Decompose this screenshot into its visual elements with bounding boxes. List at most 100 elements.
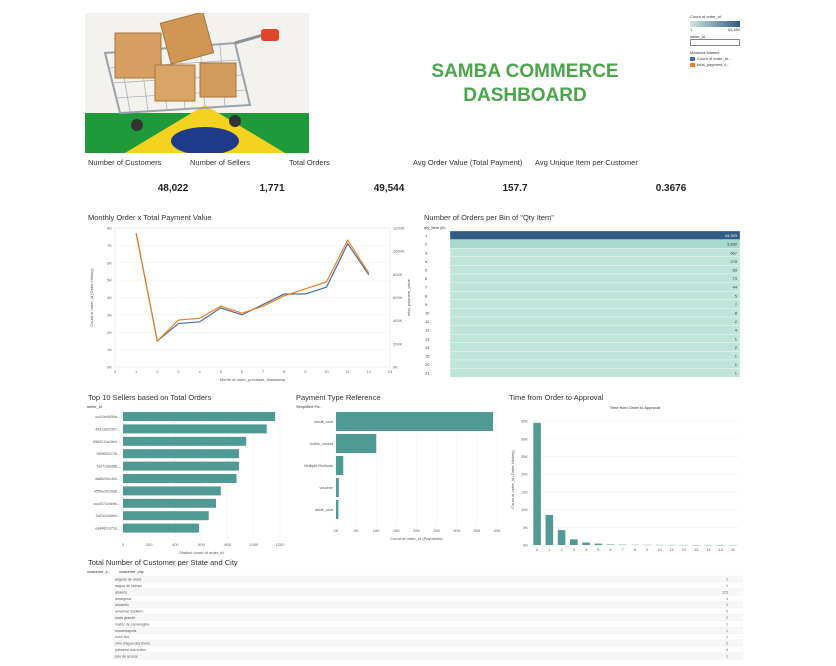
bar bbox=[557, 530, 566, 545]
city-cell: amarello bbox=[115, 603, 129, 607]
y-tick-label: 30K bbox=[521, 436, 528, 441]
count-cell: 1 bbox=[726, 578, 728, 582]
x-tick-label: 10 bbox=[324, 369, 329, 374]
bar bbox=[123, 436, 247, 446]
city-cell: novo lino bbox=[115, 635, 129, 639]
x-tick-label: 6 bbox=[609, 547, 612, 552]
kpi-value-customers: 48,022 bbox=[157, 183, 189, 194]
y-tick-label: 6K bbox=[107, 260, 112, 265]
x-tick-label: 13 bbox=[388, 369, 393, 374]
category-label: da8622b14eb... bbox=[95, 477, 120, 481]
x-tick-label: 3 bbox=[177, 369, 180, 374]
x-tick-label: 1 bbox=[135, 369, 138, 374]
x-tick-label: 6 bbox=[241, 369, 244, 374]
count-cell: 4 bbox=[726, 648, 728, 652]
bar bbox=[123, 412, 276, 421]
x-tick-label: 3 bbox=[573, 547, 576, 552]
x-tick-label: 10K bbox=[373, 528, 380, 533]
x-tick-label: 0 bbox=[536, 547, 539, 552]
bin-cell bbox=[449, 248, 741, 257]
kpi-label-sellers: Number of Sellers bbox=[190, 158, 251, 167]
x-tick-label: 600 bbox=[198, 542, 205, 547]
x-tick-label: 13 bbox=[694, 547, 699, 552]
bin-cell bbox=[449, 334, 741, 343]
x-tick-label: 8 bbox=[283, 369, 286, 374]
bin-label: 8 bbox=[425, 293, 428, 298]
category-label: voucher bbox=[319, 486, 333, 490]
bin-cell bbox=[449, 239, 741, 249]
bin-label: 13 bbox=[425, 336, 430, 341]
category-label: debit_card bbox=[315, 508, 333, 512]
y2-tick-label: 600K bbox=[393, 295, 403, 300]
category-label: cc419e0650a... bbox=[95, 415, 120, 419]
bin-cell bbox=[449, 316, 741, 326]
count-cell: 2 bbox=[726, 616, 728, 620]
swatch-count bbox=[690, 56, 695, 61]
bin-value: 44,393 bbox=[725, 233, 738, 238]
bar bbox=[123, 449, 239, 459]
y-tick-label: 5K bbox=[523, 525, 528, 530]
legend-item-count[interactable]: Count of order_id... bbox=[690, 56, 740, 61]
payment-type-bar-chart: Simplified Pa.. 0K 5K 10K 15K 20K 25K 30K 35K 40K… bbox=[296, 404, 501, 541]
count-cell: 1 bbox=[726, 635, 728, 639]
kpi-value-sellers: 1,771 bbox=[259, 183, 285, 194]
bin-label: 6 bbox=[425, 276, 428, 281]
x-tick-label: 35K bbox=[473, 528, 480, 533]
bin-label: 12 bbox=[425, 328, 430, 333]
table-row bbox=[112, 627, 743, 634]
bar bbox=[545, 514, 554, 545]
city-cell: palmeira dos indios bbox=[115, 648, 146, 652]
bin-value: 73 bbox=[733, 276, 738, 281]
x-tick-label: 7 bbox=[622, 547, 625, 552]
category-label: cca3071e3e9b... bbox=[93, 502, 120, 506]
table-row bbox=[112, 652, 743, 660]
bin-label: 1 bbox=[425, 233, 428, 238]
table-row bbox=[112, 620, 743, 628]
x-tick-label: 2 bbox=[156, 369, 159, 374]
bin-label: 4 bbox=[425, 259, 428, 264]
y-tick-label: 20K bbox=[521, 472, 528, 477]
x-tick-label: 14 bbox=[706, 547, 711, 552]
x-tick-label: 12 bbox=[367, 369, 372, 374]
seller-filter-input[interactable] bbox=[690, 39, 740, 46]
count-cell: 1 bbox=[726, 584, 728, 588]
bar bbox=[123, 486, 221, 496]
legend-item-payment[interactable]: total_payment_v... bbox=[690, 62, 740, 67]
category-label: 7c67e1448b0... bbox=[95, 514, 120, 518]
bin-cell bbox=[449, 230, 741, 240]
approval-time-bar-chart: Time from Order to Approval 0K 5K 10K 15K 20K… bbox=[510, 405, 739, 552]
table-row bbox=[112, 582, 743, 589]
table-row bbox=[112, 588, 743, 596]
bin-cell bbox=[449, 256, 741, 266]
legend-panel: Count of order_id 1 44,484 seller_id Mea… bbox=[690, 14, 740, 67]
bin-label: 3 bbox=[425, 250, 428, 255]
dashboard-title: SAMBA COMMERCE DASHBOARD bbox=[400, 60, 650, 108]
bar bbox=[123, 461, 239, 471]
kpi-value-avg-item: 0.3676 bbox=[655, 183, 687, 194]
bar bbox=[336, 412, 493, 431]
title-line-2: DASHBOARD bbox=[463, 85, 587, 106]
city-cell: mata grande bbox=[115, 616, 135, 620]
y-tick-label: 15K bbox=[521, 489, 528, 494]
x-tick-label: 12 bbox=[682, 547, 687, 552]
x-axis-label: Count of order_id (Payments) bbox=[390, 536, 443, 541]
shopping-cart-image bbox=[85, 13, 309, 153]
bin-cell bbox=[449, 282, 741, 292]
bar bbox=[594, 543, 603, 545]
city-cell: olho d'agua das flores bbox=[115, 642, 150, 646]
table-row bbox=[112, 601, 743, 609]
x-tick-label: 1 bbox=[548, 547, 551, 552]
city-cell: pao de acucar bbox=[115, 654, 139, 658]
y-tick-label: 10K bbox=[521, 507, 528, 512]
kpi-value-orders: 49,544 bbox=[373, 183, 405, 194]
table-row bbox=[112, 607, 743, 615]
category-label: 7a67c3be8f8... bbox=[96, 465, 120, 469]
x-tick-label: 9 bbox=[304, 369, 307, 374]
y-tick-label: 7K bbox=[107, 243, 112, 248]
bin-value: 83 bbox=[733, 268, 738, 273]
bar bbox=[123, 498, 216, 508]
bin-label: 14 bbox=[425, 345, 430, 350]
x-axis-label: Month of order_purchase_timestamp bbox=[220, 377, 286, 382]
measure-names-title: Measure Names bbox=[690, 50, 720, 55]
bin-label: 2 bbox=[425, 242, 428, 247]
